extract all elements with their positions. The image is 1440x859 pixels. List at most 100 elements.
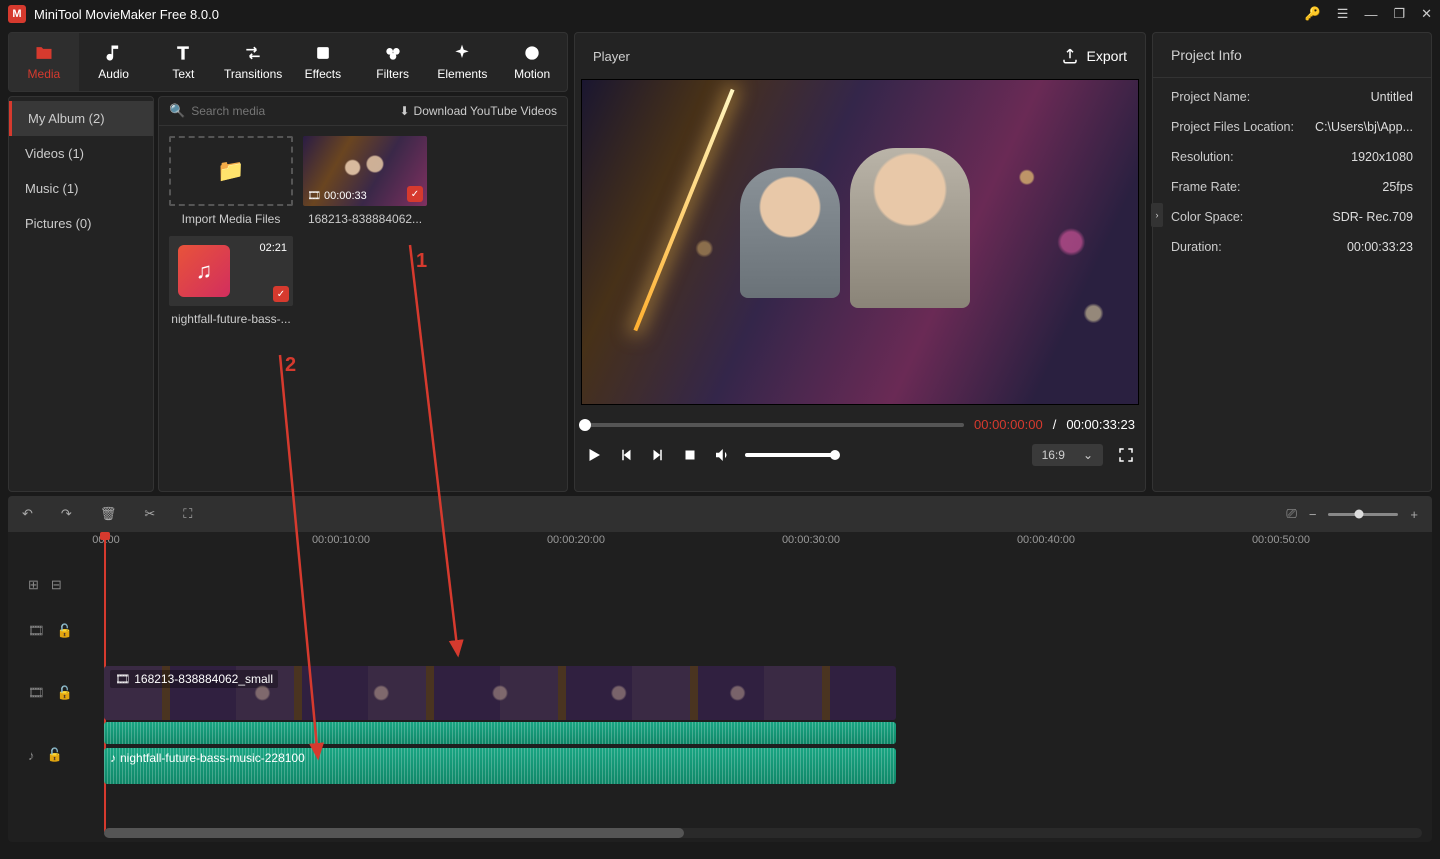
arrows-icon — [243, 43, 263, 63]
zoom-slider[interactable] — [1328, 513, 1398, 516]
video-clip[interactable]: 🎞168213-838884062_small — [104, 666, 896, 720]
zoom-in-button[interactable]: + — [1410, 507, 1418, 522]
sidebar-item-pictures[interactable]: Pictures (0) — [9, 206, 153, 241]
tab-media[interactable]: Media — [9, 33, 79, 91]
video-duration: 00:00:33 — [324, 190, 367, 202]
fx-icon — [313, 43, 333, 63]
film-icon: 🎞 — [115, 672, 130, 686]
tab-text[interactable]: Text — [149, 33, 219, 91]
seek-bar[interactable] — [585, 423, 964, 427]
stop-button[interactable] — [681, 446, 699, 464]
project-info-title: Project Info — [1153, 33, 1431, 78]
download-youtube-label: Download YouTube Videos — [414, 104, 557, 118]
delete-button[interactable]: 🗑 — [100, 506, 117, 522]
aspect-ratio-select[interactable]: 16:9 ⌄ — [1032, 444, 1103, 466]
category-tabs: Media Audio Text Transitions Effects Fil… — [8, 32, 568, 92]
video-clip-audio-wave[interactable] — [104, 722, 896, 744]
zoom-out-button[interactable]: − — [1309, 507, 1317, 522]
app-title: MiniTool MovieMaker Free 8.0.0 — [34, 7, 1305, 22]
tab-audio[interactable]: Audio — [79, 33, 149, 91]
timeline-toolbar: ↶ ↷ 🗑 ✂ ⛶ ⎚ − + — [8, 496, 1432, 532]
media-item-video[interactable]: 🎞00:00:33 ✓ 168213-838884062... — [303, 136, 427, 226]
audio-clip-label: nightfall-future-bass-music-228100 — [120, 751, 305, 765]
tab-media-label: Media — [28, 67, 61, 81]
add-track-below-icon[interactable]: ⊟ — [51, 577, 62, 593]
search-input[interactable] — [191, 104, 311, 118]
player-preview[interactable] — [581, 79, 1139, 405]
aspect-ratio-value: 16:9 — [1042, 448, 1065, 462]
volume-icon[interactable] — [713, 446, 731, 464]
next-frame-button[interactable] — [649, 446, 667, 464]
download-youtube-link[interactable]: ⬇ Download YouTube Videos — [399, 104, 557, 118]
fit-timeline-button[interactable]: ⎚ — [1286, 506, 1296, 522]
lock-icon[interactable]: 🔓 — [57, 623, 73, 639]
overlay-track-icon[interactable]: 🎞 — [28, 623, 45, 639]
collapse-panel-button[interactable]: › — [1151, 203, 1163, 227]
info-row: Duration:00:00:33:23 — [1153, 232, 1431, 262]
crop-button[interactable]: ⛶ — [183, 506, 192, 522]
tab-effects[interactable]: Effects — [288, 33, 358, 91]
minimize-icon[interactable]: — — [1364, 7, 1377, 22]
play-button[interactable] — [585, 446, 603, 464]
filters-icon — [383, 43, 403, 63]
tab-motion[interactable]: Motion — [497, 33, 567, 91]
chevron-down-icon: ⌄ — [1083, 448, 1093, 462]
prev-frame-button[interactable] — [617, 446, 635, 464]
annotation-number-1: 1 — [416, 250, 427, 273]
sidebar-item-my-album[interactable]: My Album (2) — [9, 101, 153, 136]
close-icon[interactable]: ✕ — [1421, 6, 1432, 22]
audio-track-icon[interactable]: ♪ — [28, 748, 35, 763]
tab-effects-label: Effects — [305, 67, 341, 81]
music-item-label: nightfall-future-bass-... — [171, 312, 290, 326]
film-icon: 🎞 — [307, 189, 321, 202]
media-grid-panel: 🔍 ⬇ Download YouTube Videos 📁 Import Med… — [158, 96, 568, 492]
cut-button[interactable]: ✂ — [144, 506, 155, 522]
title-bar: M MiniTool MovieMaker Free 8.0.0 🔑 ☰ — ❐… — [0, 0, 1440, 28]
info-row: Resolution:1920x1080 — [1153, 142, 1431, 172]
video-track-icon[interactable]: 🎞 — [28, 685, 45, 701]
sparkle-icon — [452, 43, 472, 63]
sidebar-item-music[interactable]: Music (1) — [9, 171, 153, 206]
menu-icon[interactable]: ☰ — [1337, 6, 1349, 22]
audio-clip[interactable]: ♪nightfall-future-bass-music-228100 — [104, 748, 896, 784]
timeline-scrollbar[interactable] — [104, 828, 1422, 838]
export-label: Export — [1087, 48, 1127, 64]
download-icon: ⬇ — [399, 104, 409, 118]
undo-button[interactable]: ↶ — [22, 506, 33, 522]
tab-elements[interactable]: Elements — [428, 33, 498, 91]
project-info-panel: Project Info Project Name:Untitled Proje… — [1152, 32, 1432, 492]
export-button[interactable]: Export — [1061, 47, 1127, 65]
key-icon[interactable]: 🔑 — [1305, 6, 1321, 22]
tab-transitions[interactable]: Transitions — [218, 33, 288, 91]
lock-icon[interactable]: 🔓 — [47, 747, 63, 763]
import-media-tile[interactable]: 📁 Import Media Files — [169, 136, 293, 226]
sidebar-item-videos[interactable]: Videos (1) — [9, 136, 153, 171]
app-logo-icon: M — [8, 5, 26, 23]
time-total: 00:00:33:23 — [1066, 417, 1135, 432]
lock-icon[interactable]: 🔓 — [57, 685, 73, 701]
tab-elements-label: Elements — [437, 67, 487, 81]
music-icon — [104, 43, 124, 63]
maximize-icon[interactable]: ❐ — [1393, 6, 1405, 22]
tab-filters-label: Filters — [376, 67, 409, 81]
ruler-label: 00:00:30:00 — [782, 534, 840, 546]
volume-slider[interactable] — [745, 453, 835, 457]
info-row: Project Name:Untitled — [1153, 82, 1431, 112]
fullscreen-button[interactable] — [1117, 446, 1135, 464]
player-title: Player — [593, 49, 630, 64]
timeline-ruler[interactable]: 00:00 00:00:10:00 00:00:20:00 00:00:30:0… — [96, 532, 1432, 570]
time-separator: / — [1053, 417, 1057, 432]
folder-icon: 📁 — [217, 158, 244, 184]
import-media-label: Import Media Files — [182, 212, 281, 226]
info-row: Frame Rate:25fps — [1153, 172, 1431, 202]
redo-button[interactable]: ↷ — [61, 506, 72, 522]
tab-filters[interactable]: Filters — [358, 33, 428, 91]
annotation-number-2: 2 — [285, 354, 296, 377]
folder-icon — [34, 43, 54, 63]
music-note-icon: ♫ — [196, 258, 213, 284]
check-icon: ✓ — [407, 186, 423, 202]
media-item-music[interactable]: ♫ 02:21 ✓ nightfall-future-bass-... — [169, 236, 293, 326]
add-track-above-icon[interactable]: ⊞ — [28, 577, 39, 593]
tab-text-label: Text — [172, 67, 194, 81]
check-icon: ✓ — [273, 286, 289, 302]
